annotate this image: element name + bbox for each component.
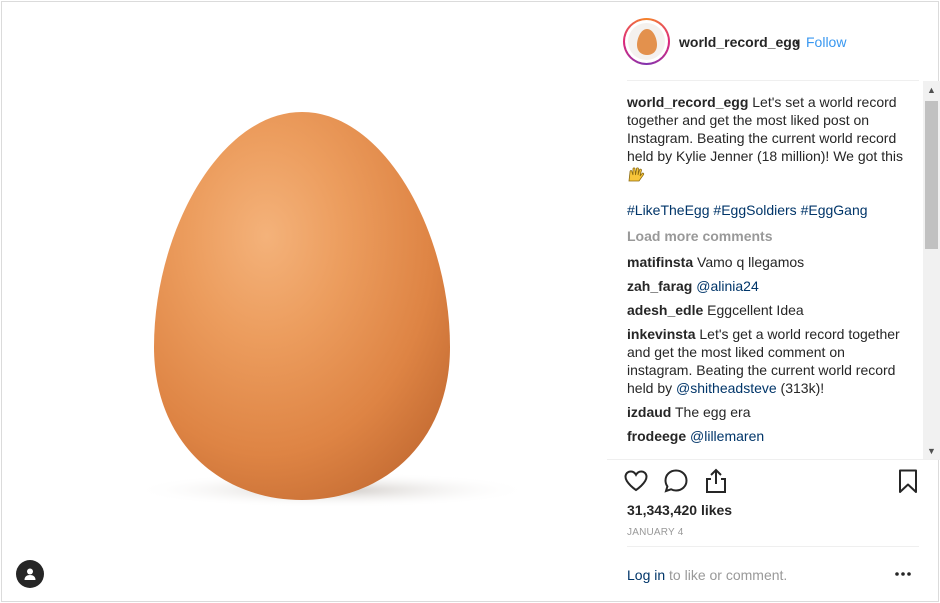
comment-username[interactable]: izdaud [627, 404, 671, 420]
egg-image [132, 112, 532, 508]
heart-icon[interactable] [623, 468, 649, 494]
caption-username[interactable]: world_record_egg [627, 94, 748, 110]
login-prompt-text: to like or comment. [665, 567, 788, 583]
separator-dot: • [795, 34, 800, 50]
comment-mention[interactable]: @alinia24 [696, 278, 758, 294]
divider [607, 459, 940, 460]
comment-item: matifinsta Vamo q llegamos [627, 253, 907, 271]
hashtag-link[interactable]: #EggGang [801, 202, 868, 218]
comment-item: izdaud The egg era [627, 403, 907, 421]
comment-username[interactable]: matifinsta [627, 254, 693, 270]
share-icon[interactable] [703, 468, 729, 494]
comment-item: zah_farag @alinia24 [627, 277, 907, 295]
login-link[interactable]: Log in [627, 567, 665, 583]
comment-item: frodeege @lillemaren [627, 427, 907, 445]
comment-mention[interactable]: @shitheadsteve [676, 380, 777, 396]
scroll-thumb[interactable] [925, 101, 938, 249]
post-sidebar: world_record_egg • Follow world_record_e… [607, 2, 940, 601]
comment-mention[interactable]: @lillemaren [690, 428, 764, 444]
avatar[interactable] [623, 18, 670, 65]
egg-avatar-icon [636, 28, 657, 55]
hashtag-link[interactable]: #LikeTheEgg [627, 202, 710, 218]
comment-username[interactable]: inkevinsta [627, 326, 695, 342]
comment-text: The egg era [674, 404, 751, 420]
post-header: world_record_egg • Follow [607, 2, 940, 80]
hashtags: #LikeTheEgg #EggSoldiers #EggGang [627, 201, 907, 219]
comment-username[interactable]: frodeege [627, 428, 686, 444]
speech-bubble-icon[interactable] [663, 468, 689, 494]
comment-username[interactable]: adesh_edle [627, 302, 703, 318]
comment-username[interactable]: zah_farag [627, 278, 692, 294]
comment-item: adesh_edle Eggcellent Idea [627, 301, 907, 319]
raising-hands-emoji-icon [628, 167, 645, 182]
scroll-down-arrow-icon[interactable]: ▼ [923, 442, 940, 459]
action-bar [623, 468, 923, 498]
comment-suffix: (313k)! [780, 380, 825, 396]
comment-text: Vamo q llegamos [697, 254, 805, 270]
divider [627, 546, 919, 547]
post-photo[interactable] [2, 2, 607, 601]
header-username[interactable]: world_record_egg [679, 34, 800, 50]
scroll-up-arrow-icon[interactable]: ▲ [923, 81, 940, 98]
caption: world_record_egg Let's set a world recor… [627, 93, 907, 183]
hashtag-link[interactable]: #EggSoldiers [713, 202, 796, 218]
comments-section[interactable]: world_record_egg Let's set a world recor… [607, 81, 940, 459]
person-icon [24, 568, 36, 580]
login-prompt: Log in to like or comment. [627, 567, 787, 583]
comment-text: Eggcellent Idea [707, 302, 804, 318]
more-dots-icon[interactable] [893, 564, 913, 584]
load-more-comments-button[interactable]: Load more comments [627, 227, 907, 245]
instagram-post: world_record_egg • Follow world_record_e… [1, 1, 940, 602]
follow-button[interactable]: Follow [806, 34, 846, 50]
likes-count[interactable]: 31,343,420 likes [627, 502, 732, 518]
comments-scrollbar[interactable]: ▲ ▼ [923, 81, 940, 459]
tagged-users-button[interactable] [16, 560, 44, 588]
bookmark-icon[interactable] [895, 468, 921, 494]
comment-item: inkevinsta Let's get a world record toge… [627, 325, 907, 397]
post-date[interactable]: JANUARY 4 [627, 527, 683, 538]
